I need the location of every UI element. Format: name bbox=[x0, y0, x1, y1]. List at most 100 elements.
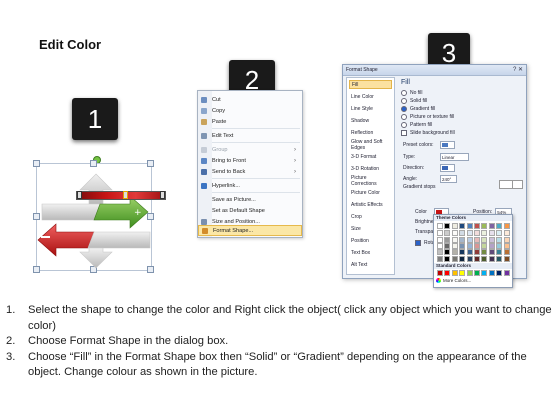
menu-item-bring-to-front[interactable]: Bring to Front › bbox=[198, 155, 302, 166]
theme-color-swatch[interactable] bbox=[496, 223, 503, 229]
standard-color-swatch[interactable] bbox=[437, 270, 443, 276]
menu-item-edit-text[interactable]: Edit Text bbox=[198, 130, 302, 141]
menu-item-paste[interactable]: Paste bbox=[198, 116, 302, 127]
gradient-stop-handle[interactable] bbox=[77, 191, 82, 199]
theme-color-swatch[interactable] bbox=[444, 255, 451, 262]
option-picture-fill[interactable]: Picture or texture fill bbox=[401, 114, 454, 120]
menu-item-group[interactable]: Group › bbox=[198, 144, 302, 155]
theme-color-swatch[interactable] bbox=[474, 223, 480, 229]
option-solid-fill[interactable]: Solid fill bbox=[401, 98, 427, 104]
close-icon[interactable]: ? ✕ bbox=[513, 66, 523, 73]
theme-color-swatch[interactable] bbox=[481, 249, 488, 256]
theme-color-swatch[interactable] bbox=[503, 249, 510, 256]
standard-color-swatch[interactable] bbox=[496, 270, 503, 276]
theme-color-swatch[interactable] bbox=[466, 249, 473, 256]
theme-color-swatch[interactable] bbox=[466, 223, 473, 229]
menu-item-set-default-shape[interactable]: Set as Default Shape bbox=[198, 205, 302, 216]
theme-color-swatch[interactable] bbox=[503, 223, 510, 229]
menu-item-send-to-back[interactable]: Send to Back › bbox=[198, 166, 302, 177]
theme-color-swatch[interactable] bbox=[437, 255, 443, 262]
theme-color-swatch[interactable] bbox=[503, 236, 510, 243]
direction-button[interactable] bbox=[440, 164, 455, 172]
category-crop[interactable]: Crop bbox=[349, 212, 392, 221]
standard-color-swatch[interactable] bbox=[481, 270, 488, 276]
theme-color-swatch[interactable] bbox=[474, 249, 480, 256]
theme-color-swatch[interactable] bbox=[437, 242, 443, 249]
theme-color-swatch[interactable] bbox=[481, 255, 488, 262]
theme-color-swatch[interactable] bbox=[474, 236, 480, 243]
category-3d-rotation[interactable]: 3-D Rotation bbox=[349, 164, 392, 173]
option-gradient-fill[interactable]: Gradient fill bbox=[401, 106, 435, 112]
category-glow[interactable]: Glow and Soft Edges bbox=[349, 139, 392, 151]
theme-color-swatch[interactable] bbox=[459, 242, 466, 249]
theme-color-swatch[interactable] bbox=[437, 249, 443, 256]
standard-color-swatch[interactable] bbox=[474, 270, 480, 276]
theme-color-swatch[interactable] bbox=[451, 242, 458, 249]
category-position[interactable]: Position bbox=[349, 236, 392, 245]
theme-color-swatch[interactable] bbox=[444, 236, 451, 243]
category-line-style[interactable]: Line Style bbox=[349, 104, 392, 113]
theme-color-swatch[interactable] bbox=[481, 242, 488, 249]
theme-color-swatch[interactable] bbox=[488, 223, 495, 229]
theme-color-swatch[interactable] bbox=[496, 249, 503, 256]
gradient-stop-handle[interactable] bbox=[160, 191, 165, 199]
remove-stop-button[interactable] bbox=[512, 180, 523, 189]
category-text-box[interactable]: Text Box bbox=[349, 248, 392, 257]
category-3d-format[interactable]: 3-D Format bbox=[349, 152, 392, 161]
category-alt-text[interactable]: Alt Text bbox=[349, 260, 392, 269]
theme-color-swatch[interactable] bbox=[459, 255, 466, 262]
theme-color-swatch[interactable] bbox=[481, 223, 488, 229]
option-no-fill[interactable]: No fill bbox=[401, 90, 423, 96]
theme-color-swatch[interactable] bbox=[437, 236, 443, 243]
category-picture-corrections[interactable]: Picture Corrections bbox=[349, 175, 392, 187]
category-fill[interactable]: Fill bbox=[349, 80, 392, 89]
theme-color-swatch[interactable] bbox=[481, 230, 488, 237]
theme-color-swatch[interactable] bbox=[444, 230, 451, 237]
standard-color-swatch[interactable] bbox=[444, 270, 451, 276]
standard-color-swatch[interactable] bbox=[459, 270, 466, 276]
theme-color-swatch[interactable] bbox=[496, 242, 503, 249]
theme-color-swatch[interactable] bbox=[466, 230, 473, 237]
theme-color-swatch[interactable] bbox=[459, 249, 466, 256]
menu-item-copy[interactable]: Copy bbox=[198, 105, 302, 116]
theme-color-swatch[interactable] bbox=[474, 242, 480, 249]
standard-color-swatch[interactable] bbox=[451, 270, 458, 276]
arrows-shape[interactable]: + bbox=[36, 166, 152, 270]
theme-color-swatch[interactable] bbox=[496, 230, 503, 237]
theme-color-swatch[interactable] bbox=[466, 236, 473, 243]
theme-color-swatch[interactable] bbox=[488, 255, 495, 262]
theme-color-swatch[interactable] bbox=[444, 242, 451, 249]
type-select[interactable]: Linear bbox=[440, 153, 469, 161]
preset-colors-button[interactable] bbox=[440, 141, 455, 149]
menu-item-hyperlink[interactable]: Hyperlink... bbox=[198, 180, 302, 191]
category-line-color[interactable]: Line Color bbox=[349, 92, 392, 101]
theme-color-swatch[interactable] bbox=[459, 230, 466, 237]
more-colors-link[interactable]: More Colors... bbox=[436, 278, 471, 283]
standard-color-swatch[interactable] bbox=[466, 270, 473, 276]
theme-color-swatch[interactable] bbox=[503, 242, 510, 249]
theme-color-swatch[interactable] bbox=[459, 223, 466, 229]
theme-color-swatch[interactable] bbox=[451, 223, 458, 229]
standard-color-swatch[interactable] bbox=[488, 270, 495, 276]
category-reflection[interactable]: Reflection bbox=[349, 128, 392, 137]
menu-item-cut[interactable]: Cut bbox=[198, 94, 302, 105]
category-shadow[interactable]: Shadow bbox=[349, 116, 392, 125]
theme-color-swatch[interactable] bbox=[488, 230, 495, 237]
theme-color-swatch[interactable] bbox=[474, 230, 480, 237]
theme-color-swatch[interactable] bbox=[466, 242, 473, 249]
theme-color-swatch[interactable] bbox=[488, 249, 495, 256]
theme-color-swatch[interactable] bbox=[488, 242, 495, 249]
category-picture-color[interactable]: Picture Color bbox=[349, 188, 392, 197]
theme-color-swatch[interactable] bbox=[451, 236, 458, 243]
standard-color-swatch[interactable] bbox=[503, 270, 510, 276]
category-artistic-effects[interactable]: Artistic Effects bbox=[349, 200, 392, 209]
option-pattern-fill[interactable]: Pattern fill bbox=[401, 122, 432, 128]
theme-color-swatch[interactable] bbox=[488, 236, 495, 243]
gradient-stop-handle-selected[interactable] bbox=[123, 191, 128, 199]
theme-color-swatch[interactable] bbox=[503, 255, 510, 262]
theme-color-swatch[interactable] bbox=[437, 223, 443, 229]
theme-color-swatch[interactable] bbox=[444, 223, 451, 229]
theme-color-swatch[interactable] bbox=[481, 236, 488, 243]
checkbox-icon[interactable] bbox=[415, 240, 421, 246]
menu-item-format-shape[interactable]: Format Shape... bbox=[198, 225, 302, 236]
